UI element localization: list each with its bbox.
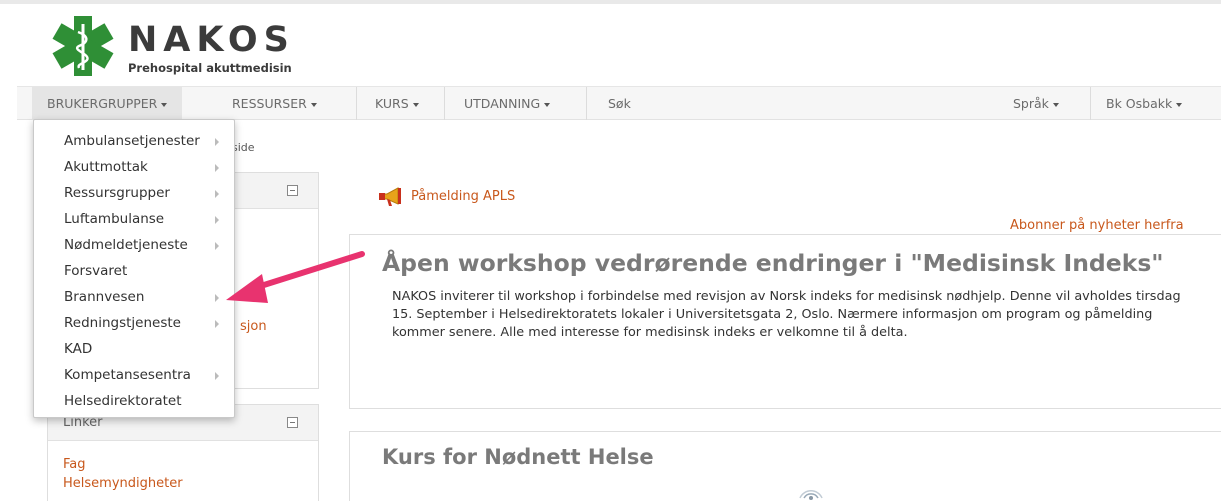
- menu-item-label: Akuttmottak: [64, 159, 148, 175]
- menu-item-label: Ressursgrupper: [64, 185, 170, 201]
- caret-down-icon: [1176, 102, 1183, 107]
- nav-sprak[interactable]: Språk: [1013, 87, 1059, 120]
- menu-item-brannvesen[interactable]: Brannvesen: [34, 286, 234, 312]
- menu-item-akuttmottak[interactable]: Akuttmottak: [34, 156, 234, 182]
- menu-item-ambulansetjenester[interactable]: Ambulansetjenester: [34, 130, 234, 156]
- chevron-right-icon: [215, 190, 219, 198]
- nav-separator: [444, 87, 445, 120]
- menu-item-label: Brannvesen: [64, 289, 145, 305]
- brukergrupper-dropdown-menu: Ambulansetjenester Akuttmottak Ressursgr…: [33, 119, 235, 418]
- subscribe-link[interactable]: Abonner på nyheter herfra: [1010, 218, 1184, 233]
- news-article: Kurs for Nødnett Helse: [349, 431, 1221, 501]
- nav-kurs[interactable]: KURS: [375, 87, 419, 120]
- menu-item-label: Kompetansesentra: [64, 367, 191, 383]
- nav-brukergrupper-label: BRUKERGRUPPER: [47, 96, 158, 111]
- menu-item-label: Helsedirektoratet: [64, 393, 182, 409]
- nav-sok-label: Søk: [608, 96, 631, 111]
- chevron-right-icon: [215, 320, 219, 328]
- nav-kurs-label: KURS: [375, 96, 409, 111]
- site-subtitle: Prehospital akuttmedisin: [128, 61, 292, 75]
- site-logo[interactable]: NAKOS Prehospital akuttmedisin: [46, 12, 296, 80]
- caret-down-icon: [1052, 102, 1059, 107]
- menu-item-redningstjeneste[interactable]: Redningstjeneste: [34, 312, 234, 338]
- nav-separator: [1090, 87, 1091, 120]
- chevron-right-icon: [215, 242, 219, 250]
- caret-down-icon: [161, 102, 168, 107]
- menu-item-nodmeldetjeneste[interactable]: Nødmeldetjeneste: [34, 234, 234, 260]
- nav-ressurser[interactable]: RESSURSER: [232, 87, 317, 120]
- nav-user[interactable]: Bk Osbakk: [1106, 87, 1183, 120]
- main-navbar: BRUKERGRUPPER RESSURSER KURS UTDANNING S…: [17, 86, 1221, 120]
- nav-sprak-label: Språk: [1013, 96, 1049, 111]
- menu-item-helsedirektoratet[interactable]: Helsedirektoratet: [34, 390, 234, 416]
- nav-sok[interactable]: Søk: [608, 87, 631, 120]
- article-body: NAKOS inviterer til workshop i forbindel…: [392, 289, 1181, 340]
- article-title[interactable]: Åpen workshop vedrørende endringer i "Me…: [382, 249, 1164, 277]
- star-of-life-icon: [52, 16, 114, 76]
- menu-item-label: Redningstjeneste: [64, 315, 181, 331]
- sidebar-link-partial[interactable]: s: [240, 290, 247, 305]
- menu-item-kompetansesentra[interactable]: Kompetansesentra: [34, 364, 234, 390]
- browser-top-strip: [0, 0, 1221, 4]
- breadcrumb[interactable]: side: [232, 141, 255, 154]
- menu-item-label: Nødmeldetjeneste: [64, 237, 188, 253]
- nav-separator: [356, 87, 357, 120]
- caret-down-icon: [310, 102, 317, 107]
- caret-down-icon: [412, 102, 419, 107]
- sidebar-link-fag[interactable]: Fag: [63, 457, 86, 472]
- nav-utdanning-label: UTDANNING: [464, 96, 541, 111]
- radio-signal-icon: [799, 490, 823, 500]
- chevron-right-icon: [215, 164, 219, 172]
- collapse-icon[interactable]: [287, 417, 298, 428]
- chevron-right-icon: [215, 372, 219, 380]
- megaphone-icon: [379, 187, 401, 206]
- menu-item-luftambulanse[interactable]: Luftambulanse: [34, 208, 234, 234]
- nav-utdanning[interactable]: UTDANNING: [464, 87, 551, 120]
- menu-item-ressursgrupper[interactable]: Ressursgrupper: [34, 182, 234, 208]
- menu-item-label: KAD: [64, 341, 93, 357]
- news-article: Åpen workshop vedrørende endringer i "Me…: [349, 234, 1221, 409]
- sidebar-links-panel: Linker Fag Helsemyndigheter: [47, 404, 319, 501]
- nav-user-label: Bk Osbakk: [1106, 96, 1173, 111]
- menu-item-label: Luftambulanse: [64, 211, 165, 227]
- announcement-link[interactable]: Påmelding APLS: [411, 189, 515, 204]
- menu-item-forsvaret[interactable]: Forsvaret: [34, 260, 234, 286]
- menu-item-label: Forsvaret: [64, 263, 128, 279]
- chevron-right-icon: [215, 294, 219, 302]
- nav-brukergrupper[interactable]: BRUKERGRUPPER: [32, 87, 183, 120]
- sidebar-link-partial[interactable]: sjon: [240, 319, 267, 334]
- nav-ressurser-label: RESSURSER: [232, 96, 307, 111]
- sidebar-link-helsemyndigheter[interactable]: Helsemyndigheter: [63, 476, 183, 491]
- collapse-icon[interactable]: [287, 185, 298, 196]
- menu-item-label: Ambulansetjenester: [64, 133, 200, 149]
- chevron-right-icon: [215, 138, 219, 146]
- chevron-right-icon: [215, 216, 219, 224]
- article-title[interactable]: Kurs for Nødnett Helse: [382, 445, 654, 469]
- caret-down-icon: [544, 102, 551, 107]
- site-title: NAKOS: [128, 20, 295, 60]
- nav-separator: [586, 87, 587, 120]
- menu-item-kad[interactable]: KAD: [34, 338, 234, 364]
